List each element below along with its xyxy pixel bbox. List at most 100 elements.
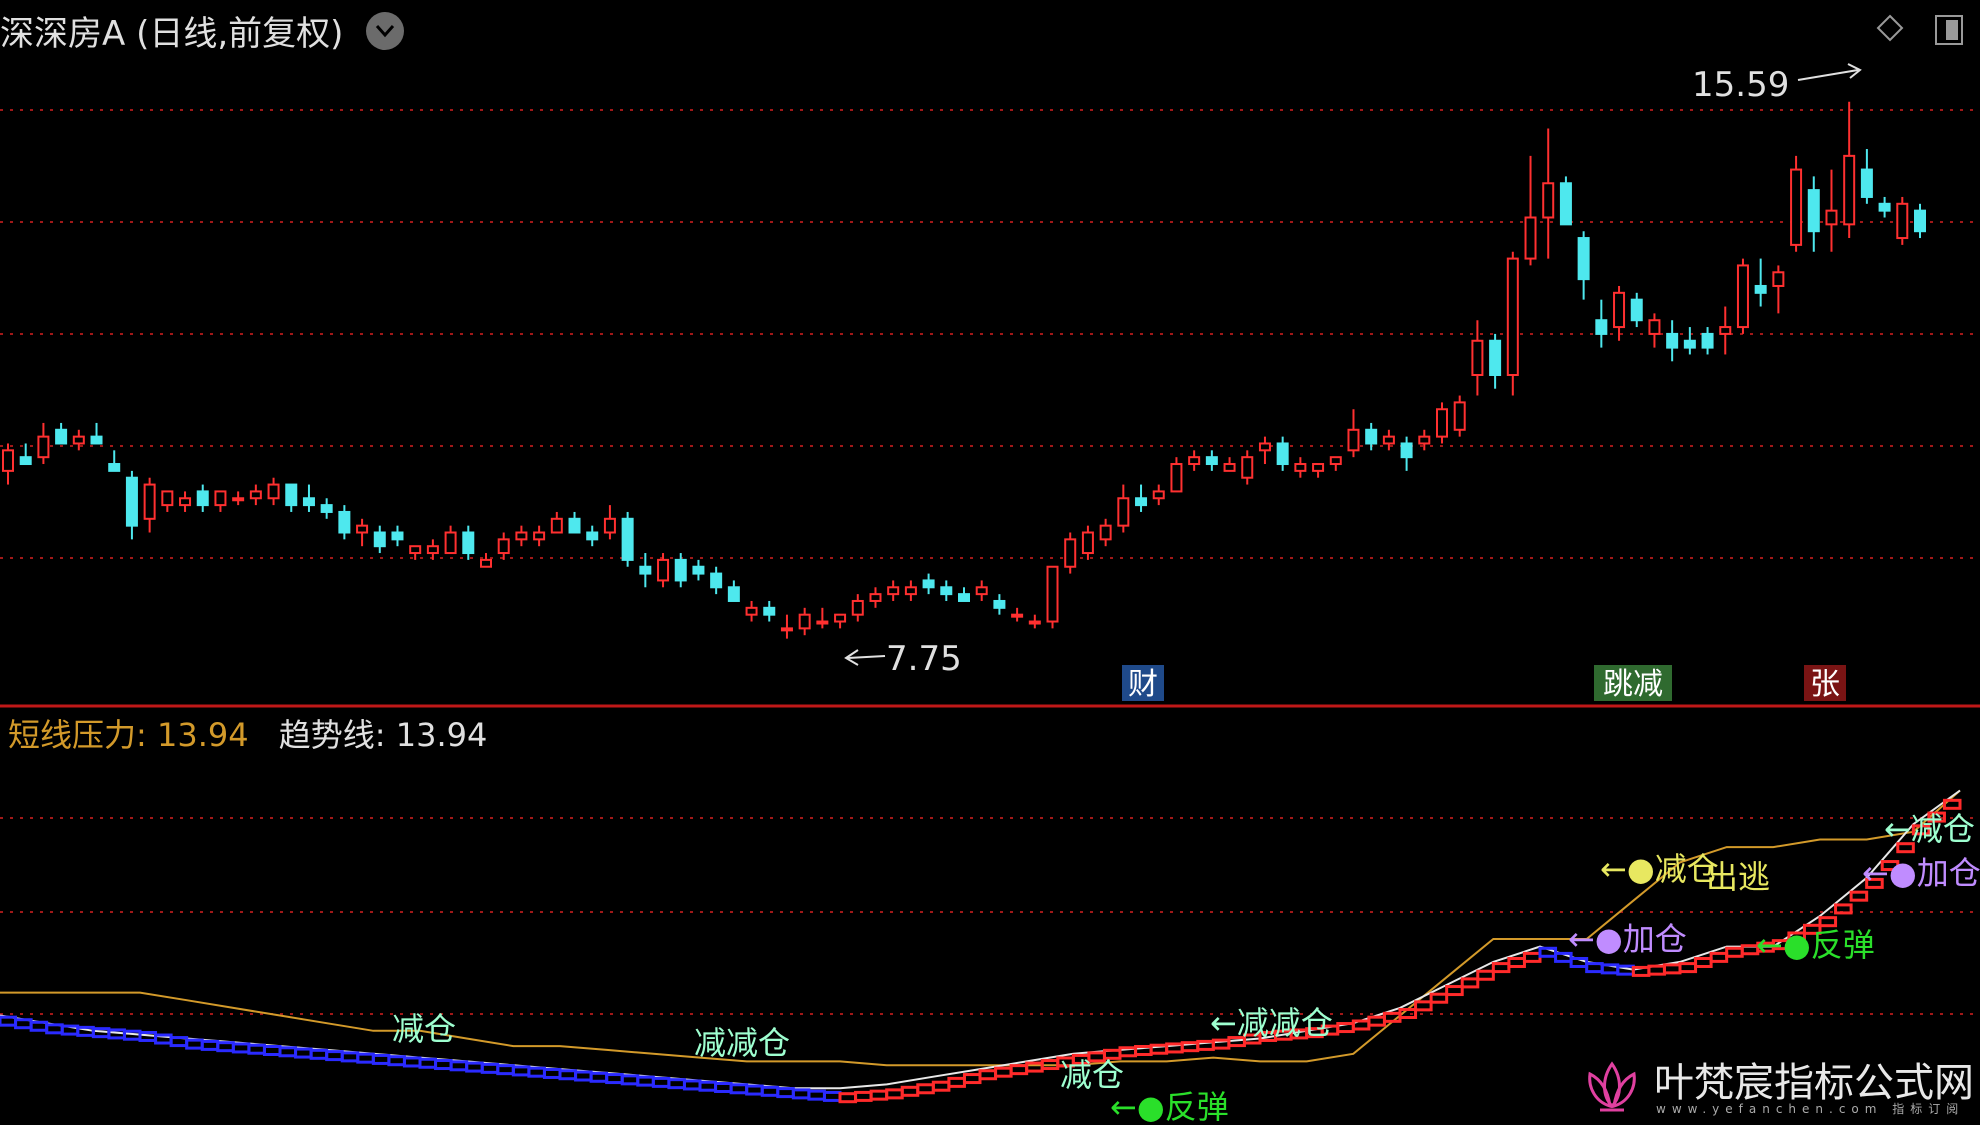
signal-s9: ←●反弹 [1756, 926, 1875, 964]
band-step [1445, 985, 1464, 997]
candle [1241, 450, 1254, 485]
candle [710, 566, 723, 595]
chart-canvas[interactable]: 15.59 7.75 财 跳减 张 减仓 减减仓 减仓 ←●反弹 ←减减仓 ←●… [0, 0, 1980, 1125]
candle [444, 525, 457, 555]
badge-cai[interactable]: 财 [1122, 665, 1164, 702]
candle [1683, 327, 1696, 355]
candle-body [1471, 339, 1484, 376]
candle-body [1754, 284, 1767, 294]
candle-body [1790, 168, 1803, 246]
candle-body [1719, 326, 1732, 335]
candle-body [603, 517, 616, 534]
band-step [465, 1061, 484, 1073]
high-marker: 15.59 [1692, 63, 1862, 105]
candle [161, 490, 174, 512]
band-step [14, 1018, 33, 1030]
candle-body [1489, 339, 1502, 376]
candle-body [1135, 497, 1148, 507]
candle-body [851, 599, 864, 616]
band-step [745, 1084, 764, 1096]
band-step [776, 1087, 795, 1099]
candle-body [426, 545, 439, 555]
badge-jianjian-text: 跳减 [1603, 667, 1663, 702]
candle-body [1400, 442, 1413, 459]
candle [763, 600, 776, 622]
band-step [1942, 798, 1962, 810]
candle [1666, 320, 1679, 362]
band-step [822, 1090, 842, 1102]
band-step [325, 1050, 344, 1062]
candle-body [1860, 168, 1873, 198]
band-step [651, 1076, 671, 1088]
candle [196, 484, 209, 512]
candle [1223, 457, 1236, 472]
band-step [480, 1062, 500, 1074]
candle [125, 470, 138, 540]
watermark: 叶梵宸指标公式网 www.yefanchen.com 指标订阅 [1580, 1050, 1980, 1125]
candle [179, 491, 192, 512]
candle-body [780, 627, 793, 632]
candle [1205, 450, 1218, 471]
band-step [1678, 962, 1698, 974]
candle-body [444, 531, 457, 555]
candle [1577, 231, 1590, 300]
candle-body [692, 565, 705, 575]
candle-body [1807, 189, 1820, 233]
candle [674, 553, 687, 588]
candle [1312, 463, 1325, 478]
band-step [1522, 951, 1542, 963]
candle-body [1559, 182, 1572, 226]
candle [1860, 149, 1873, 204]
candle-body [798, 613, 811, 630]
candle [1542, 128, 1555, 259]
band-step [1367, 1015, 1386, 1027]
candle [1914, 203, 1926, 239]
candle [1117, 484, 1130, 533]
indicator-legend: 短线压力: 13.94 趋势线: 13.94 [8, 710, 487, 756]
candle-body [1772, 271, 1785, 287]
candle-body [1081, 531, 1094, 555]
candle-body [1241, 456, 1254, 479]
candle-body [1577, 237, 1590, 281]
band-step [900, 1085, 920, 1097]
candle [1613, 285, 1626, 341]
candle [462, 525, 475, 560]
band-step [1849, 890, 1869, 902]
candle [338, 505, 351, 540]
candle-body [1365, 428, 1378, 445]
candle-body [1312, 463, 1325, 472]
badge-zhang[interactable]: 张 [1804, 665, 1846, 702]
candle-body [1613, 291, 1626, 329]
band-step [854, 1090, 873, 1102]
candle-body [409, 545, 422, 555]
band-step [589, 1071, 609, 1083]
candle-body [1347, 428, 1360, 452]
candle [657, 553, 670, 588]
band-step [247, 1043, 266, 1055]
band-step [962, 1073, 982, 1085]
candle [249, 484, 262, 506]
band-step [1631, 965, 1651, 977]
signal-s7: 出逃 [1706, 858, 1770, 896]
badge-jianjian[interactable]: 跳减 [1594, 665, 1672, 702]
candle [391, 525, 404, 547]
band-step [698, 1080, 718, 1092]
candle [143, 477, 156, 533]
lotus-logo-icon [1588, 1061, 1636, 1112]
band-step [885, 1088, 904, 1100]
candle-body [1825, 209, 1838, 226]
band-step [682, 1079, 702, 1091]
candle-body [1329, 456, 1342, 466]
band-step [994, 1066, 1013, 1078]
candle [1896, 196, 1909, 245]
candle-body [1188, 456, 1201, 466]
candle-body [1648, 319, 1661, 335]
candle-body [975, 586, 988, 596]
band-step [1336, 1022, 1355, 1034]
candle [1064, 532, 1077, 574]
candle-body [1152, 490, 1165, 500]
candle-body [1046, 565, 1059, 623]
band-step [356, 1052, 375, 1064]
watermark-subtext: www.yefanchen.com 指标订阅 [1656, 1102, 1965, 1116]
band-step [200, 1039, 220, 1051]
